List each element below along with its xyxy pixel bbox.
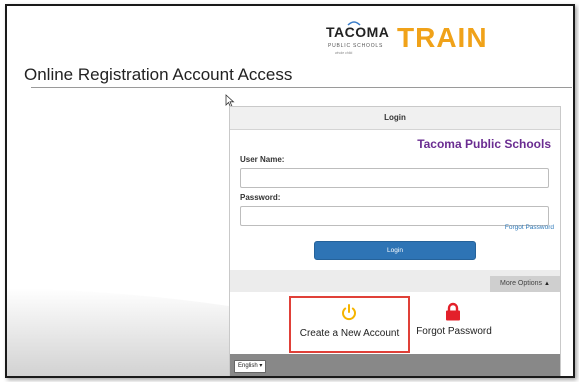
forgot-password-label: Forgot Password bbox=[416, 326, 492, 337]
create-account-label: Create a New Account bbox=[299, 328, 400, 339]
header-logo: TACOMA PUBLIC SCHOOLS whole child TRAIN bbox=[325, 20, 488, 56]
username-input[interactable] bbox=[240, 168, 549, 188]
more-options-label: More Options bbox=[500, 280, 543, 287]
language-label: English bbox=[238, 363, 258, 369]
lock-icon bbox=[446, 302, 460, 321]
forgot-password-link[interactable]: Forgot Password bbox=[505, 224, 554, 231]
password-label: Password: bbox=[240, 193, 281, 202]
login-panel-header: Login bbox=[230, 107, 560, 130]
page-title: Online Registration Account Access bbox=[24, 65, 293, 84]
login-panel: Login Tacoma Public Schools User Name: P… bbox=[229, 106, 561, 376]
create-account-option[interactable]: Create a New Account bbox=[289, 296, 410, 353]
title-divider bbox=[31, 87, 572, 88]
power-icon bbox=[342, 304, 356, 321]
caret-down-icon: ▾ bbox=[259, 363, 263, 369]
password-input[interactable] bbox=[240, 206, 549, 226]
logo-district-tag: whole child bbox=[335, 51, 353, 55]
username-label: User Name: bbox=[240, 155, 285, 164]
more-options-panel: Create a New Account Forgot Password bbox=[230, 292, 560, 354]
panel-footer: English ▾ bbox=[230, 354, 560, 376]
logo-district-sub: PUBLIC SCHOOLS bbox=[328, 43, 384, 49]
language-select[interactable]: English ▾ bbox=[234, 360, 267, 373]
screenshot-frame: TACOMA PUBLIC SCHOOLS whole child TRAIN … bbox=[5, 4, 575, 378]
train-logo: TRAIN bbox=[397, 22, 488, 53]
more-options-button[interactable]: More Options ▲ bbox=[490, 276, 560, 292]
login-button[interactable]: Login bbox=[314, 241, 476, 260]
district-name: Tacoma Public Schools bbox=[417, 137, 551, 151]
logo-district-name: TACOMA bbox=[326, 24, 390, 40]
caret-up-icon: ▲ bbox=[544, 281, 550, 287]
tacoma-public-schools-logo: TACOMA PUBLIC SCHOOLS whole child bbox=[325, 20, 390, 56]
